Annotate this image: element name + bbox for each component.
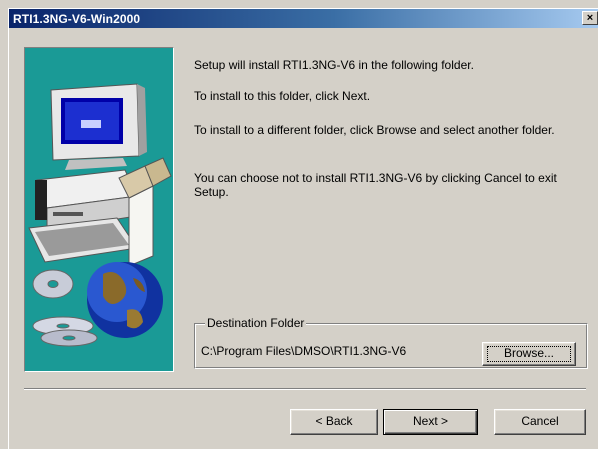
destination-path: C:\Program Files\DMSO\RTI1.3NG-V6	[201, 344, 407, 358]
back-button[interactable]: < Back	[290, 409, 378, 435]
next-button[interactable]: Next >	[383, 409, 478, 435]
next-button-label: Next >	[412, 414, 448, 428]
browse-button[interactable]: Browse...	[482, 342, 576, 366]
cancel-button[interactable]: Cancel	[494, 409, 586, 435]
cancel-button-label: Cancel	[521, 414, 559, 428]
install-location-text: Setup will install RTI1.3NG-V6 in the fo…	[194, 58, 474, 72]
focus-ring	[487, 346, 571, 362]
close-icon: ×	[586, 12, 594, 24]
title-bar[interactable]: RTI1.3NG-V6-Win2000 ×	[9, 9, 598, 28]
close-button[interactable]: ×	[582, 11, 598, 25]
next-instruction-text: To install to this folder, click Next.	[194, 89, 371, 103]
setup-illustration	[24, 47, 174, 372]
destination-folder-legend: Destination Folder	[205, 316, 307, 330]
browse-instruction-text: To install to a different folder, click …	[194, 123, 555, 137]
computer-globe-cd-icon	[28, 83, 172, 347]
cancel-instruction-text: You can choose not to install RTI1.3NG-V…	[194, 171, 557, 199]
back-button-label: < Back	[315, 414, 353, 428]
separator	[24, 388, 586, 390]
window-title: RTI1.3NG-V6-Win2000	[13, 12, 141, 26]
